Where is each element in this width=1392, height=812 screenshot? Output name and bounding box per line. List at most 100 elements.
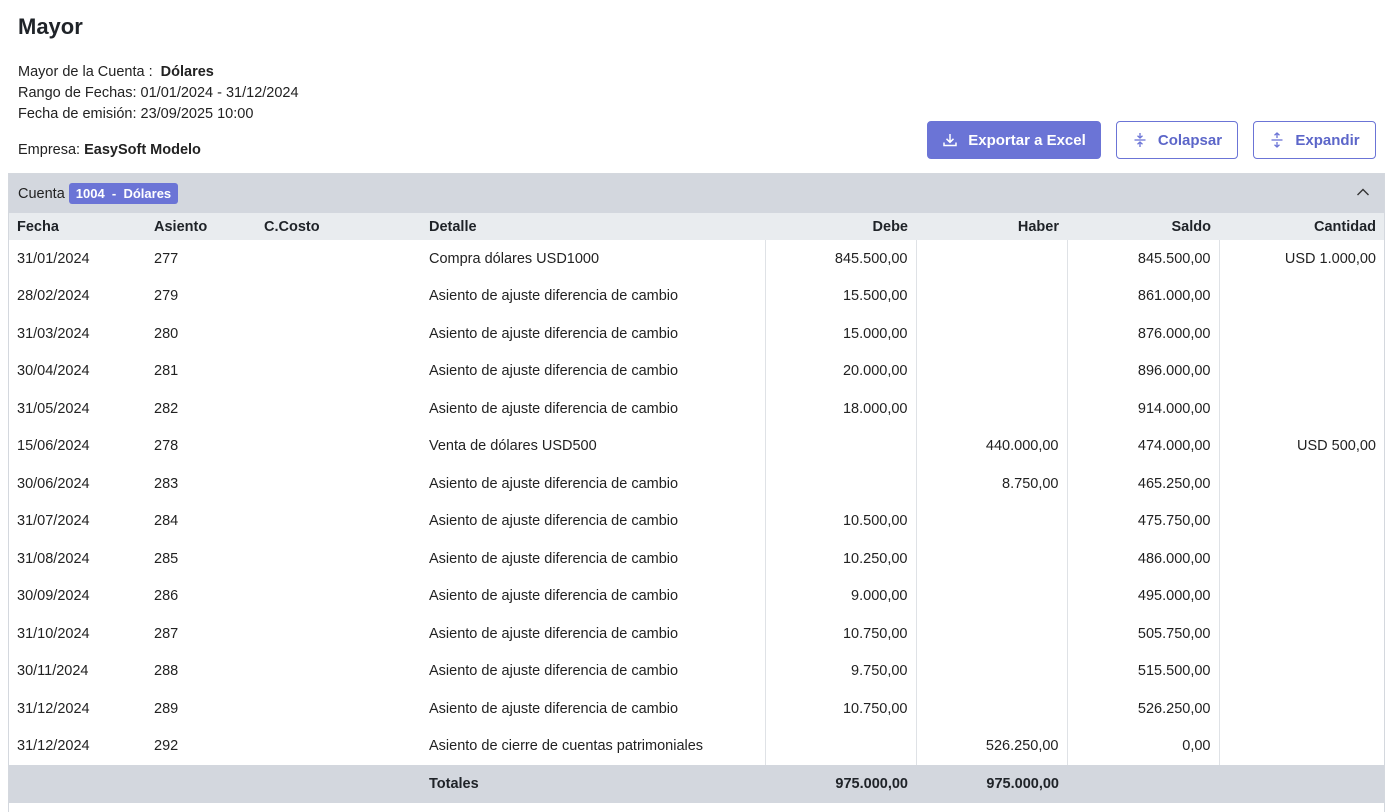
company-label: Empresa: <box>18 142 81 158</box>
cell-ccosto <box>256 503 421 541</box>
table-row[interactable]: 31/03/2024 280 Asiento de ajuste diferen… <box>9 315 1384 353</box>
cell-fecha: 31/03/2024 <box>17 325 90 342</box>
cell-asiento: 281 <box>154 363 179 380</box>
cell-detalle: Compra dólares USD1000 <box>429 250 600 267</box>
expand-button[interactable]: Expandir <box>1253 121 1376 159</box>
chevron-up-icon[interactable] <box>1356 187 1370 197</box>
ledger-body: 31/01/2024 277 Compra dólares USD1000 84… <box>9 240 1384 765</box>
collapse-button[interactable]: Colapsar <box>1116 121 1238 159</box>
table-row[interactable]: 31/07/2024 284 Asiento de ajuste diferen… <box>9 502 1384 541</box>
cell-cantidad <box>1218 277 1384 315</box>
cell-haber <box>915 240 1067 278</box>
cell-detalle: Asiento de ajuste diferencia de cambio <box>429 700 679 717</box>
cell-ccosto <box>256 690 421 728</box>
ledger-table: Fecha Asiento C.Costo Detalle Debe Haber… <box>9 213 1384 803</box>
table-row[interactable]: 31/12/2024 292 Asiento de cierre de cuen… <box>9 727 1384 766</box>
column-header-fecha[interactable]: Fecha <box>9 213 146 240</box>
collapse-label: Colapsar <box>1157 131 1223 149</box>
cell-debe: 10.250,00 <box>764 540 916 578</box>
column-header-haber[interactable]: Haber <box>916 213 1067 240</box>
cell-detalle: Asiento de ajuste diferencia de cambio <box>429 363 679 380</box>
cell-asiento: 289 <box>154 700 179 717</box>
cell-fecha: 15/06/2024 <box>17 438 90 455</box>
column-header-detalle[interactable]: Detalle <box>421 213 765 240</box>
expand-label: Expandir <box>1295 131 1360 149</box>
column-header-asiento[interactable]: Asiento <box>146 213 256 240</box>
cell-cantidad <box>1218 465 1384 503</box>
cell-ccosto <box>256 728 421 766</box>
totals-row: Totales 975.000,00 975.000,00 <box>9 765 1384 803</box>
cell-ccosto <box>256 578 421 616</box>
cell-asiento: 285 <box>154 550 179 567</box>
cell-fecha: 31/12/2024 <box>17 700 90 717</box>
cell-saldo: 474.000,00 <box>1066 427 1219 465</box>
cell-fecha: 30/04/2024 <box>17 363 90 380</box>
cell-asiento: 280 <box>154 325 179 342</box>
table-row[interactable]: 31/01/2024 277 Compra dólares USD1000 84… <box>9 240 1384 278</box>
cell-debe: 10.500,00 <box>764 502 916 540</box>
cell-asiento: 292 <box>154 738 179 755</box>
table-header-row: Fecha Asiento C.Costo Detalle Debe Haber… <box>9 213 1384 240</box>
table-row[interactable]: 31/10/2024 287 Asiento de ajuste diferen… <box>9 615 1384 653</box>
cell-fecha: 31/01/2024 <box>17 250 90 267</box>
cell-haber <box>915 615 1067 653</box>
page-title: Mayor <box>18 14 83 39</box>
cell-haber <box>915 652 1067 690</box>
cell-detalle: Asiento de cierre de cuentas patrimonial… <box>429 738 704 755</box>
cell-cantidad: USD 500,00 <box>1218 427 1384 465</box>
account-panel-label: Cuenta <box>18 185 65 202</box>
cell-detalle: Venta de dólares USD500 <box>429 438 597 455</box>
cell-debe: 9.750,00 <box>764 652 916 690</box>
column-header-cantidad[interactable]: Cantidad <box>1219 213 1384 240</box>
cell-asiento: 279 <box>154 288 179 305</box>
cell-haber <box>915 502 1067 540</box>
table-row[interactable]: 31/12/2024 289 Asiento de ajuste diferen… <box>9 690 1384 728</box>
cell-fecha: 30/11/2024 <box>17 663 89 680</box>
table-row[interactable]: 30/09/2024 286 Asiento de ajuste diferen… <box>9 577 1384 616</box>
cell-debe: 10.750,00 <box>764 615 916 653</box>
date-range-label: Rango de Fechas: <box>18 85 137 101</box>
cell-asiento: 288 <box>154 663 179 680</box>
column-header-ccosto[interactable]: C.Costo <box>256 213 421 240</box>
company-name: EasySoft Modelo <box>84 142 201 158</box>
cell-fecha: 31/10/2024 <box>17 625 90 642</box>
cell-ccosto <box>256 428 421 466</box>
cell-ccosto <box>256 390 421 428</box>
export-excel-button[interactable]: Exportar a Excel <box>927 121 1101 159</box>
totals-debe: 975.000,00 <box>835 776 908 792</box>
cell-ccosto <box>256 315 421 353</box>
date-range-value: 01/01/2024 - 31/12/2024 <box>140 85 299 101</box>
table-row[interactable]: 31/08/2024 285 Asiento de ajuste diferen… <box>9 540 1384 578</box>
cell-debe: 10.750,00 <box>764 690 916 728</box>
table-row[interactable]: 28/02/2024 279 Asiento de ajuste diferen… <box>9 277 1384 315</box>
cell-debe: 15.000,00 <box>764 315 916 353</box>
cell-cantidad <box>1218 577 1384 615</box>
cell-debe: 18.000,00 <box>764 390 916 428</box>
table-row[interactable]: 31/05/2024 282 Asiento de ajuste diferen… <box>9 390 1384 428</box>
cell-saldo: 495.000,00 <box>1066 577 1219 615</box>
cell-cantidad <box>1218 690 1384 728</box>
column-header-saldo[interactable]: Saldo <box>1067 213 1219 240</box>
table-row[interactable]: 15/06/2024 278 Venta de dólares USD500 4… <box>9 427 1384 466</box>
cell-saldo: 526.250,00 <box>1066 690 1219 728</box>
cell-fecha: 31/12/2024 <box>17 738 90 755</box>
account-line: Mayor de la Cuenta : Dólares <box>18 62 299 83</box>
cell-saldo: 475.750,00 <box>1066 502 1219 540</box>
cell-detalle: Asiento de ajuste diferencia de cambio <box>429 475 679 492</box>
expand-icon <box>1271 132 1283 148</box>
cell-asiento: 278 <box>154 438 179 455</box>
table-row[interactable]: 30/04/2024 281 Asiento de ajuste diferen… <box>9 352 1384 390</box>
cell-ccosto <box>256 240 421 278</box>
column-header-debe[interactable]: Debe <box>765 213 916 240</box>
account-badge: 1004 - Dólares <box>68 183 179 204</box>
cell-haber: 526.250,00 <box>915 727 1067 765</box>
cell-fecha: 31/07/2024 <box>17 513 90 530</box>
account-panel-header[interactable]: Cuenta 1004 - Dólares <box>9 174 1384 213</box>
cell-saldo: 505.750,00 <box>1066 615 1219 653</box>
table-row[interactable]: 30/06/2024 283 Asiento de ajuste diferen… <box>9 465 1384 503</box>
table-row[interactable]: 30/11/2024 288 Asiento de ajuste diferen… <box>9 652 1384 690</box>
cell-debe: 845.500,00 <box>764 240 916 278</box>
cell-debe <box>764 727 916 765</box>
cell-saldo: 0,00 <box>1066 727 1219 765</box>
cell-debe: 20.000,00 <box>764 352 916 390</box>
